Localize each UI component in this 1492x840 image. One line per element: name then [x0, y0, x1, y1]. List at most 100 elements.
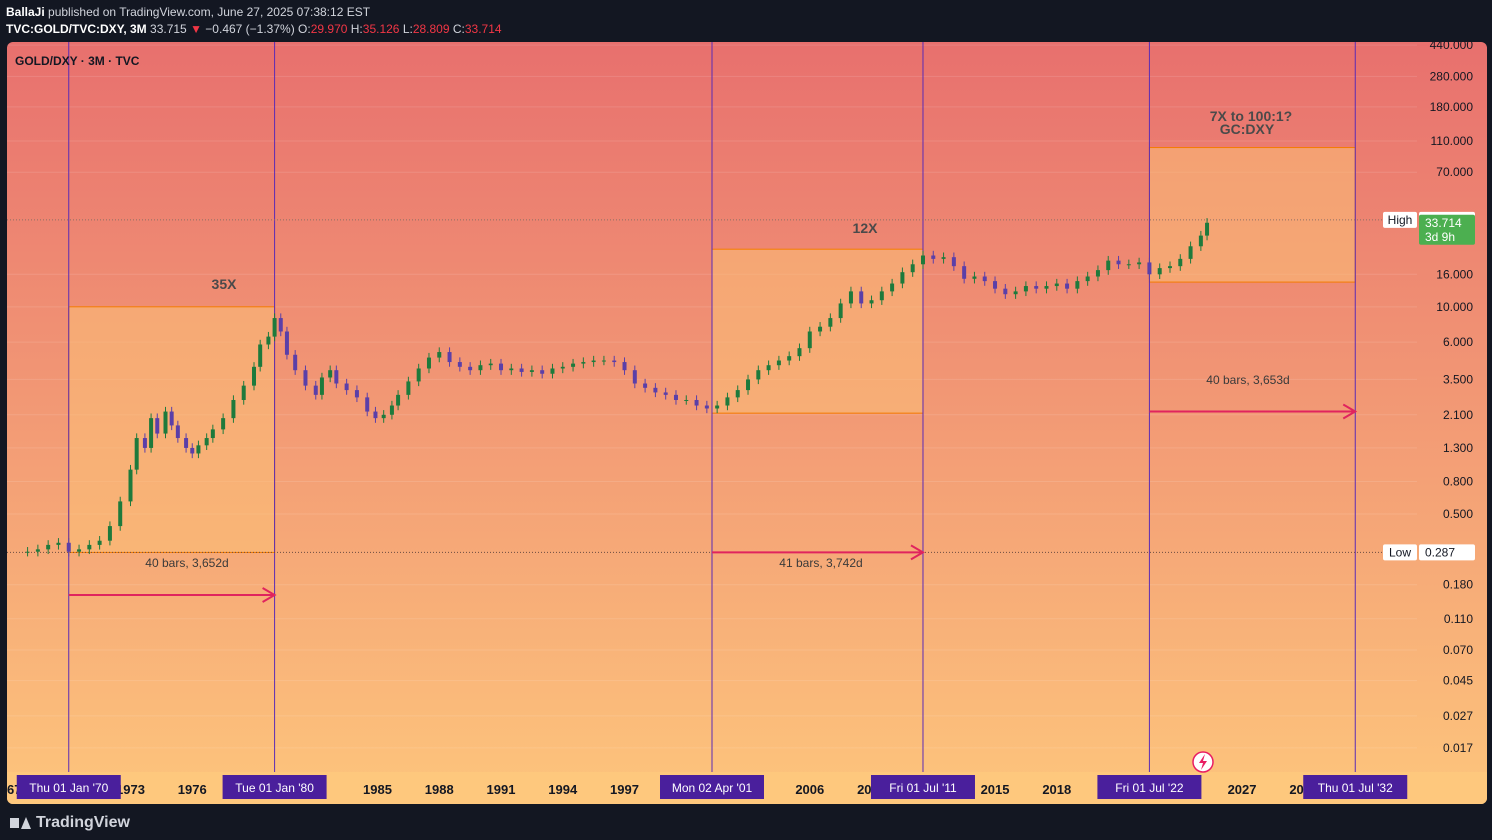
candle-body: [848, 291, 853, 304]
candle-body: [293, 354, 298, 371]
candle-body: [1126, 264, 1131, 266]
price-tick: 440.000: [1430, 42, 1474, 52]
candle-body: [406, 381, 411, 395]
price-change: −0.467 (−1.37%): [205, 22, 295, 36]
candle-body: [1023, 286, 1028, 292]
high-label: H:: [350, 22, 363, 36]
candle-body: [632, 370, 637, 384]
candle-body: [1188, 246, 1193, 259]
candle-body: [601, 360, 606, 362]
candle-body: [1106, 260, 1111, 271]
candle-body: [1178, 258, 1183, 267]
date-badge-text: Thu 01 Jan '70: [29, 781, 108, 795]
candle-body: [972, 276, 977, 279]
candle-body: [797, 348, 802, 357]
price-tick: 110.000: [1431, 134, 1474, 148]
candle-body: [252, 366, 257, 386]
candle-body: [962, 266, 967, 279]
symbol-name[interactable]: TVC:GOLD/TVC:DXY, 3M: [6, 22, 147, 36]
candle-body: [447, 352, 452, 363]
candle-body: [169, 411, 174, 426]
candle-body: [509, 368, 514, 371]
candle-body: [381, 414, 386, 419]
price-tick: 180.000: [1430, 100, 1474, 114]
low-badge-label: Low: [1389, 545, 1411, 559]
candle-body: [204, 438, 209, 446]
candle-body: [272, 318, 277, 337]
candle-body: [879, 291, 884, 301]
box2-label: 12X: [853, 220, 879, 236]
candle-body: [519, 368, 524, 372]
candle-body: [910, 264, 915, 273]
candle-body: [149, 418, 154, 448]
close-label: C:: [452, 22, 465, 36]
candle-body: [540, 370, 545, 374]
candle-body: [715, 405, 720, 409]
candle-body: [920, 255, 925, 265]
candle-body: [416, 368, 421, 382]
date-badge-text: Mon 02 Apr '01: [672, 781, 753, 795]
candle-body: [373, 411, 378, 419]
candle-body: [787, 356, 792, 361]
price-tick: 0.017: [1443, 741, 1473, 755]
candle-body: [581, 362, 586, 364]
candle-body: [663, 392, 668, 395]
candle-body: [426, 357, 431, 369]
candle-body: [1013, 291, 1018, 295]
price-tick: 0.027: [1443, 709, 1473, 723]
candle-body: [931, 255, 936, 259]
price-tick: 0.180: [1443, 578, 1473, 592]
candle-body: [1003, 288, 1008, 295]
candle-body: [241, 385, 246, 400]
candle-body: [1095, 270, 1100, 277]
candle-body: [746, 379, 751, 391]
candle-body: [694, 399, 699, 406]
published-text: published on TradingView.com, June 27, 2…: [44, 5, 371, 19]
candle-body: [622, 362, 627, 371]
candle-body: [982, 276, 987, 282]
candle-body: [258, 344, 263, 367]
candle-body: [1167, 266, 1172, 269]
candle-body: [155, 418, 160, 434]
candle-body: [591, 360, 596, 363]
candle-body: [266, 336, 271, 345]
candle-body: [1034, 286, 1039, 289]
candle-body: [1205, 222, 1210, 236]
candle-body: [725, 397, 730, 406]
candle-body: [389, 405, 394, 415]
candle-body: [828, 318, 833, 327]
time-axis[interactable]: 1967197319761985198819911994199720062009…: [7, 772, 1487, 804]
range1-label: 40 bars, 3,652d: [145, 556, 228, 570]
time-tick: 1985: [363, 782, 392, 797]
price-tick: 0.500: [1443, 507, 1473, 521]
candle-body: [1085, 276, 1090, 282]
candle-body: [1054, 283, 1059, 287]
lightning-icon[interactable]: [1192, 751, 1214, 773]
candle-body: [993, 281, 998, 289]
candle-body: [1157, 268, 1162, 275]
candle-body: [1075, 281, 1080, 289]
candle-body: [499, 363, 504, 371]
author-name[interactable]: BallaJi: [6, 5, 45, 19]
price-tick: 6.000: [1443, 335, 1473, 349]
price-tick: 0.110: [1444, 612, 1473, 626]
chart-panel[interactable]: GOLD/DXY · 3M · TVC 35X 12X 7X to 100:1?…: [7, 42, 1487, 804]
candle-body: [673, 394, 678, 400]
candle-body: [818, 326, 823, 332]
candle-body: [941, 257, 946, 259]
candle-body: [1147, 262, 1152, 275]
price-tick: 16.000: [1436, 267, 1473, 281]
candle-body: [25, 551, 30, 553]
candle-body: [776, 360, 781, 366]
candle-body: [284, 331, 289, 355]
time-tick: 1991: [487, 782, 516, 797]
candle-body: [35, 549, 40, 552]
candle-body: [890, 283, 895, 292]
candle-body: [838, 303, 843, 319]
candle-body: [807, 331, 812, 349]
time-tick: 2006: [795, 782, 824, 797]
tradingview-logo[interactable]: TradingView: [10, 814, 130, 832]
price-chart[interactable]: GOLD/DXY · 3M · TVC 35X 12X 7X to 100:1?…: [7, 42, 1487, 804]
candle-body: [97, 540, 102, 545]
price-tick: 70.000: [1436, 165, 1473, 179]
